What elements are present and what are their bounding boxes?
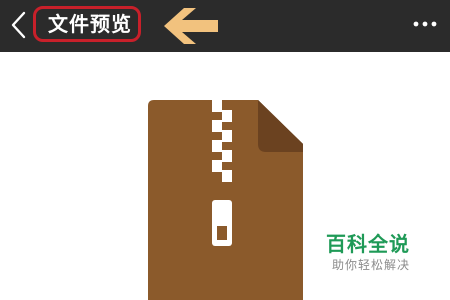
pointer-arrow-icon bbox=[164, 8, 218, 44]
chevron-left-icon bbox=[11, 11, 26, 39]
watermark-title: 百科全说 bbox=[326, 232, 410, 256]
watermark-subtitle: 助你轻松解决 bbox=[332, 258, 411, 272]
top-navigation-bar: 文件预览 bbox=[0, 0, 450, 52]
more-horizontal-icon bbox=[413, 21, 437, 27]
zip-archive-file-icon bbox=[148, 100, 303, 300]
watermark-logo: 百科全说 助你轻松解决 bbox=[318, 228, 440, 274]
page-title: 文件预览 bbox=[48, 12, 132, 36]
more-options-button[interactable] bbox=[410, 14, 440, 34]
back-button[interactable] bbox=[8, 8, 32, 42]
